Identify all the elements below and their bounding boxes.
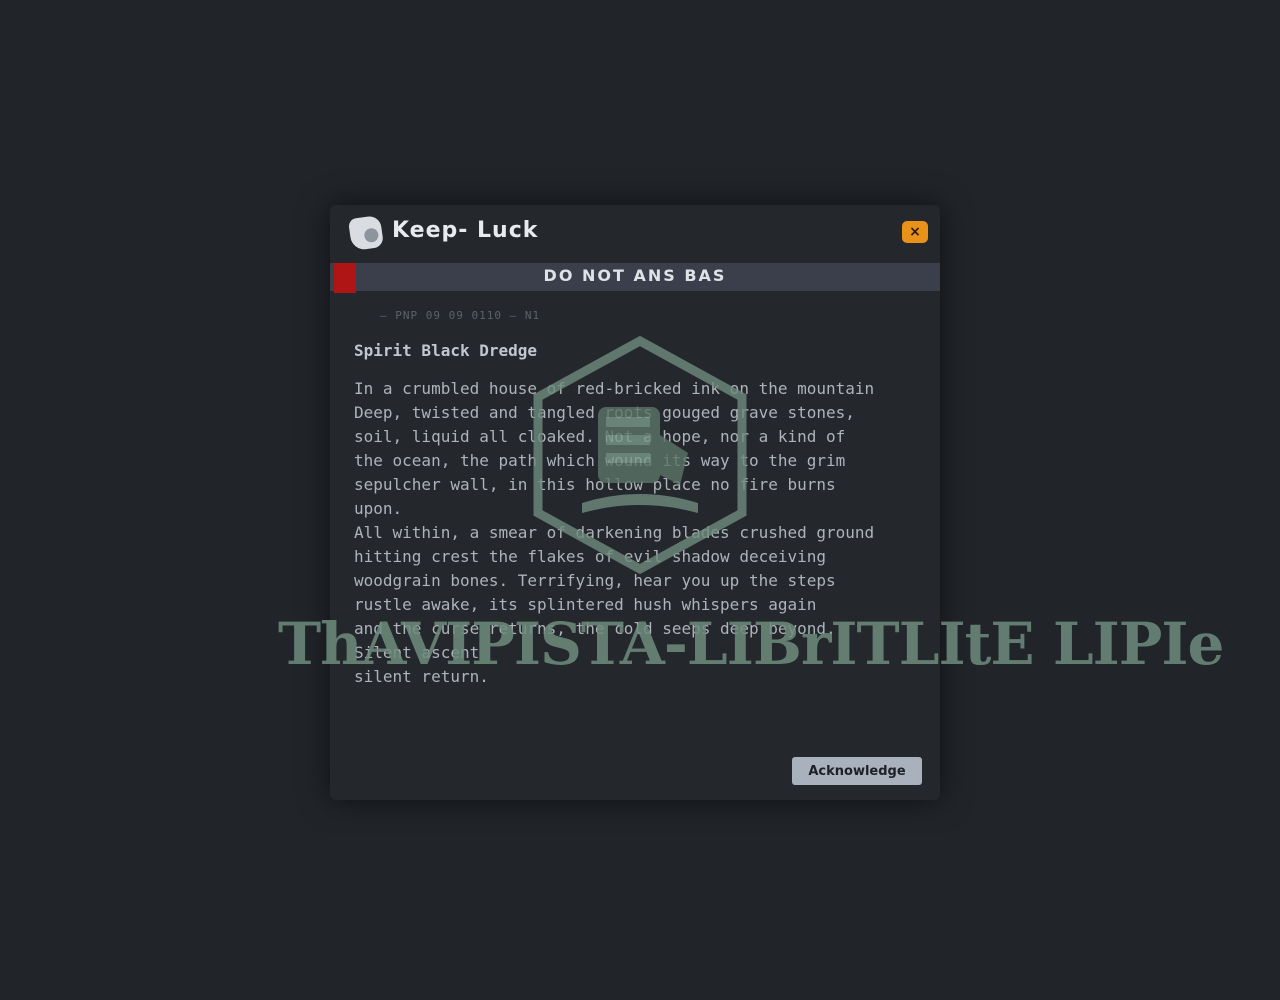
document-icon (347, 214, 385, 252)
window-title: Keep- Luck (392, 218, 539, 243)
dialog-window: Keep- Luck × DO NOT ANS BAS — PNP 09 09 … (278, 205, 1224, 800)
close-button[interactable]: × (902, 221, 928, 243)
acknowledge-button[interactable]: Acknowledge (792, 757, 922, 785)
meta-line: — PNP 09 09 0110 — N1 (380, 309, 541, 322)
banner-text: DO NOT ANS BAS (543, 266, 727, 285)
warning-banner: DO NOT ANS BAS (330, 263, 940, 293)
watermark-text: ThAVIPISTA-LIBrITLItE LIPIe (278, 610, 1224, 678)
title-bar[interactable]: Keep- Luck × (330, 205, 940, 260)
watermark-seal-icon (533, 335, 747, 575)
